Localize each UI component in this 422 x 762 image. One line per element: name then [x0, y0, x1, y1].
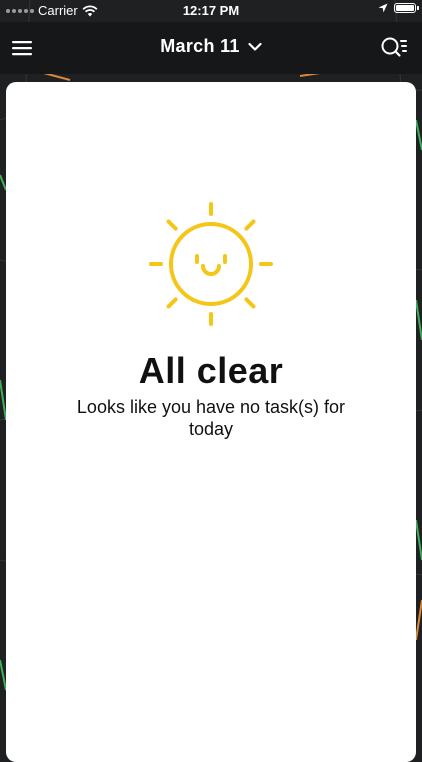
battery-level [396, 5, 414, 11]
status-bar: Carrier 12:17 PM [0, 0, 422, 22]
chevron-down-icon [248, 42, 262, 51]
hamburger-menu-icon [12, 41, 32, 56]
empty-state-message: Looks like you have no task(s) for today [76, 397, 346, 439]
menu-button[interactable] [10, 36, 34, 60]
status-right [378, 3, 419, 13]
location-arrow-icon [378, 3, 388, 13]
search-list-icon [381, 37, 407, 57]
empty-state-title: All clear [138, 350, 284, 391]
tasks-card: All clear Looks like you have no task(s)… [6, 82, 416, 762]
search-tasks-button[interactable] [380, 35, 408, 61]
status-time: 12:17 PM [182, 3, 240, 18]
date-selector[interactable]: March 11 [146, 36, 276, 57]
battery-icon [394, 3, 419, 13]
header-bar: March 11 [0, 22, 422, 74]
current-date: March 11 [160, 36, 240, 56]
smiling-sun-icon [149, 202, 273, 326]
